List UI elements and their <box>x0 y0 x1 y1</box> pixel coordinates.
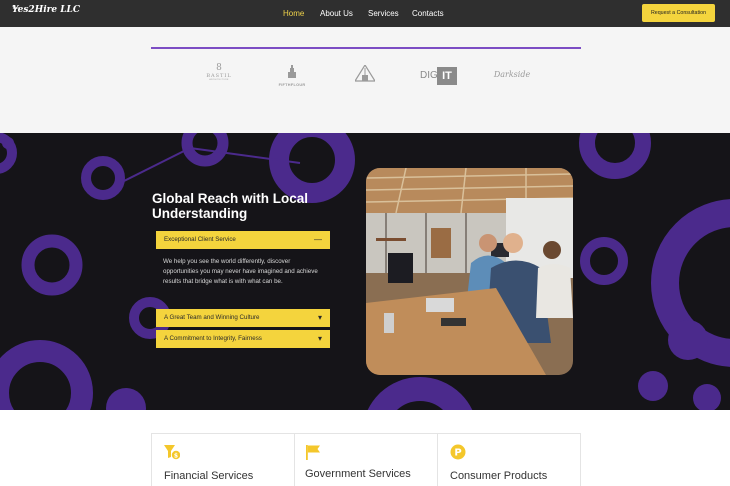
darkside-name: Darkside <box>493 70 531 79</box>
partner-logo-bastil: 8 BASTIL ARCHITECTURE <box>203 63 235 81</box>
p-coin-icon: P <box>450 444 466 460</box>
service-card-government[interactable]: Government Services <box>295 434 438 486</box>
partner-logo-fifthflour: FIFTHFLOUR <box>277 65 307 87</box>
accordion-body-text: We help you see the world differently, d… <box>163 258 318 285</box>
partner-logo-digit: DIG IT <box>420 67 458 85</box>
service-title: Government Services <box>305 468 411 480</box>
collapse-icon[interactable]: — <box>314 231 322 249</box>
svg-text:$: $ <box>174 452 178 459</box>
partner-logo-building <box>350 63 380 88</box>
global-reach-section: Global Reach with Local Understanding Ex… <box>0 133 730 410</box>
digit-it-box: IT <box>437 67 457 85</box>
chevron-down-icon[interactable]: ▾ <box>318 309 322 327</box>
logo-prefix: The <box>12 5 20 10</box>
tower-icon <box>288 65 296 78</box>
divider-line <box>151 47 581 49</box>
office-team-photo <box>366 168 573 375</box>
nav-contacts-link[interactable]: Contacts <box>412 9 444 18</box>
accordion-item-client-service[interactable]: Exceptional Client Service — <box>156 231 330 249</box>
partner-logo-darkside: Darkside <box>492 70 532 79</box>
services-cards: $ Financial Services Government Services… <box>151 433 581 486</box>
accordion-label: A Commitment to Integrity, Fairness <box>164 335 262 342</box>
pyramid-icon <box>353 63 377 82</box>
accordion-label: Exceptional Client Service <box>164 236 236 243</box>
service-title: Consumer Products <box>450 470 548 482</box>
partner-logos-strip: 8 BASTIL ARCHITECTURE FIFTHFLOUR DIG IT … <box>0 27 730 133</box>
chevron-down-icon[interactable]: ▾ <box>318 330 322 348</box>
accordion-label: A Great Team and Winning Culture <box>164 314 260 321</box>
top-navbar: The Yes2Hire LLC Home About Us Services … <box>0 0 730 27</box>
service-title: Financial Services <box>164 470 254 482</box>
decorative-circles-background <box>0 133 730 410</box>
accordion-item-integrity[interactable]: A Commitment to Integrity, Fairness ▾ <box>156 330 330 348</box>
nav-services-link[interactable]: Services <box>368 9 399 18</box>
office-photo-illustration <box>366 168 573 375</box>
fifthflour-name: FIFTHFLOUR <box>278 83 306 87</box>
funnel-dollar-icon: $ <box>164 445 180 459</box>
bastil-glyph: 8 <box>216 63 222 73</box>
flag-icon <box>306 445 320 460</box>
service-card-consumer[interactable]: P Consumer Products <box>438 434 580 486</box>
svg-text:P: P <box>454 448 461 459</box>
logo-text: Yes2Hire LLC <box>12 5 81 15</box>
nav-home-link[interactable]: Home <box>283 9 304 18</box>
site-logo[interactable]: The Yes2Hire LLC <box>12 5 81 15</box>
bastil-sub: ARCHITECTURE <box>209 79 229 81</box>
section-title: Global Reach with Local Understanding <box>152 191 309 221</box>
nav-about-link[interactable]: About Us <box>320 9 353 18</box>
accordion-item-team-culture[interactable]: A Great Team and Winning Culture ▾ <box>156 309 330 327</box>
request-consultation-button[interactable]: Request a Consultation <box>642 4 715 22</box>
digit-dig-text: DIG <box>420 70 438 81</box>
service-card-financial[interactable]: $ Financial Services <box>152 434 295 486</box>
